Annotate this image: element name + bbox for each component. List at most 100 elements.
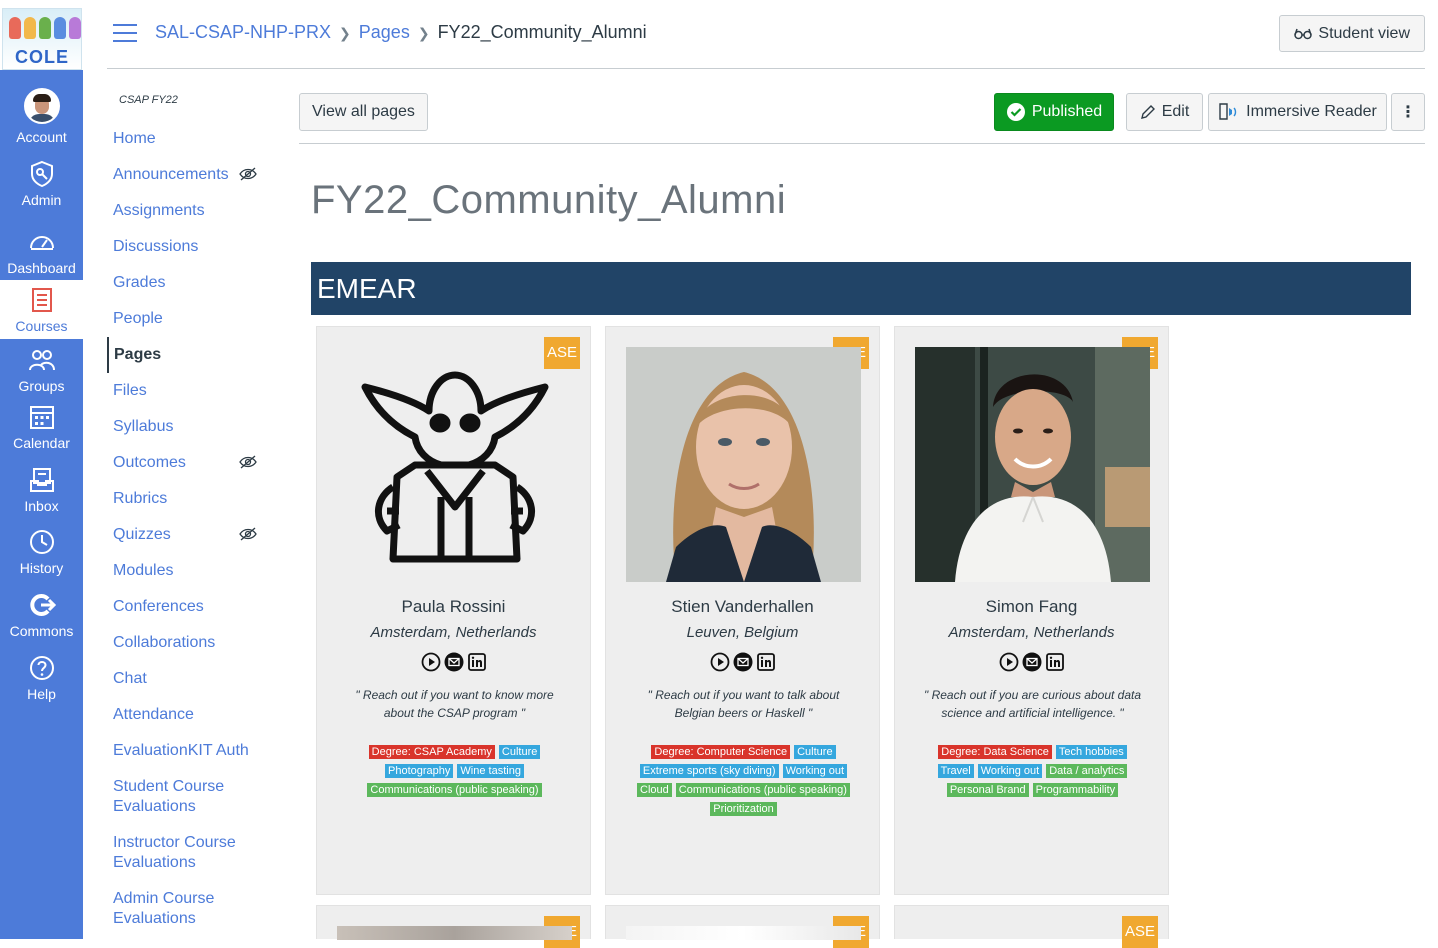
global-nav-courses[interactable]: Courses [0,280,83,339]
account-avatar [23,88,60,124]
course-nav-home[interactable]: Home [107,121,277,157]
global-nav-dashboard[interactable]: Dashboard [0,228,83,280]
chevron-right-icon: ❯ [339,25,351,41]
page-toolbar: View all pages Published Edit Immersive … [299,93,1425,144]
interest-tag: Prioritization [710,802,777,816]
interest-tag: Photography [385,764,454,778]
global-nav-groups[interactable]: Groups [0,346,83,396]
course-nav-rubrics[interactable]: Rubrics [107,481,277,517]
help-icon [29,656,54,680]
alumni-card: ASE Simon Fang Amsterdam, Netherlands " … [894,326,1169,895]
course-nav-label: People [113,310,163,327]
alumni-photo [337,347,572,582]
interest-tag: Working out [977,764,1043,778]
course-nav-student-evaluations[interactable]: Student Course Evaluations [107,769,247,825]
portrait-photo [915,347,1150,582]
breadcrumb: SAL-CSAP-NHP-PRX ❯ Pages ❯ FY22_Community_Al… [155,22,647,43]
course-nav-announcements[interactable]: Announcements [107,157,277,193]
interest-tag: Culture [794,745,836,759]
interest-tag: Tech hobbies [1055,745,1127,759]
global-nav-history[interactable]: History [0,528,83,584]
student-view-label: Student view [1318,24,1410,42]
linkedin-icon[interactable] [756,652,776,672]
breadcrumb-pages-link[interactable]: Pages [359,22,410,42]
global-nav-label: Dashboard [7,260,76,276]
course-nav-label: Student Course Evaluations [113,778,225,815]
button-label: Immersive Reader [1246,103,1377,120]
global-nav-calendar[interactable]: Calendar [0,403,83,459]
alumni-card: ASE [894,905,1169,948]
course-nav-label: Pages [114,346,162,363]
course-nav-label: Instructor Course Evaluations [113,834,236,871]
course-nav-collaborations[interactable]: Collaborations [107,625,277,661]
course-nav-conferences[interactable]: Conferences [107,589,277,625]
breadcrumb-course-link[interactable]: SAL-CSAP-NHP-PRX [155,22,331,42]
interest-tag: Degree: Computer Science [651,745,791,759]
course-nav-admin-evaluations[interactable]: Admin Course Evaluations [107,881,247,937]
mail-icon[interactable] [444,652,464,672]
course-nav-attendance[interactable]: Attendance [107,697,277,733]
role-badge: ASE [1122,916,1158,948]
global-nav-label: Help [27,686,56,702]
play-icon[interactable] [999,652,1019,672]
global-nav-commons[interactable]: Commons [0,591,83,647]
more-options-button[interactable]: ⋮ [1391,93,1425,131]
course-nav-files[interactable]: Files [107,373,277,409]
button-label: View all pages [312,103,415,120]
alumni-card: ASE [605,905,880,948]
hamburger-menu-icon[interactable] [113,24,137,44]
check-circle-icon [1006,103,1025,121]
alumni-photo [626,926,861,940]
baby-yoda-illustration [361,371,549,563]
course-term: CSAP FY22 [119,94,178,106]
edit-button[interactable]: Edit [1126,93,1203,131]
shield-icon [30,160,53,188]
portrait-photo [626,347,861,582]
play-icon[interactable] [710,652,730,672]
tag-list: Degree: CSAP Academy Culture Photography W… [327,743,582,800]
course-nav-label: Chat [113,670,147,687]
page-header: SAL-CSAP-NHP-PRX ❯ Pages ❯ FY22_Community_Al… [107,0,1425,69]
course-nav-label: Grades [113,274,166,291]
course-nav-instructor-evaluations[interactable]: Instructor Course Evaluations [107,825,247,881]
global-nav-account[interactable]: Account [0,88,83,150]
course-nav-modules[interactable]: Modules [107,553,277,589]
view-all-pages-button[interactable]: View all pages [299,93,428,131]
mail-icon[interactable] [1022,652,1042,672]
global-nav-admin[interactable]: Admin [0,160,83,220]
page-title: FY22_Community_Alumni [311,178,787,222]
course-nav-quizzes[interactable]: Quizzes [107,517,277,553]
clock-icon [29,530,54,554]
student-view-button[interactable]: Student view [1279,15,1425,52]
logo-text: COLE [15,47,70,67]
published-button[interactable]: Published [994,93,1114,131]
breadcrumb-current: FY22_Community_Alumni [437,22,647,42]
course-nav-label: Announcements [113,166,229,183]
global-nav-help[interactable]: Help [0,654,83,710]
button-label: Published [1031,103,1103,120]
course-nav-label: Files [113,382,147,399]
groups-icon [28,350,55,371]
course-nav-assignments[interactable]: Assignments [107,193,277,229]
alumni-name: Simon Fang [985,597,1078,616]
course-nav-evaluationkit-auth[interactable]: EvaluationKIT Auth [107,733,277,769]
course-nav-people[interactable]: People [107,301,277,337]
interest-tag: Degree: CSAP Academy [368,745,495,759]
glasses-icon [1294,28,1313,39]
commons-icon [29,594,56,616]
interest-tag: Programmability [1032,783,1119,797]
mail-icon[interactable] [733,652,753,672]
play-icon[interactable] [421,652,441,672]
immersive-reader-button[interactable]: Immersive Reader [1208,93,1387,131]
linkedin-icon[interactable] [467,652,487,672]
course-nav-syllabus[interactable]: Syllabus [107,409,277,445]
course-nav-chat[interactable]: Chat [107,661,277,697]
institution-logo[interactable]: COLE [0,0,83,74]
course-nav-discussions[interactable]: Discussions [107,229,277,265]
global-nav-inbox[interactable]: Inbox [0,466,83,522]
course-nav-outcomes[interactable]: Outcomes [107,445,277,481]
linkedin-icon[interactable] [1045,652,1065,672]
course-nav-grades[interactable]: Grades [107,265,277,301]
button-label: Edit [1161,103,1190,120]
course-nav-pages[interactable]: Pages [107,337,277,373]
